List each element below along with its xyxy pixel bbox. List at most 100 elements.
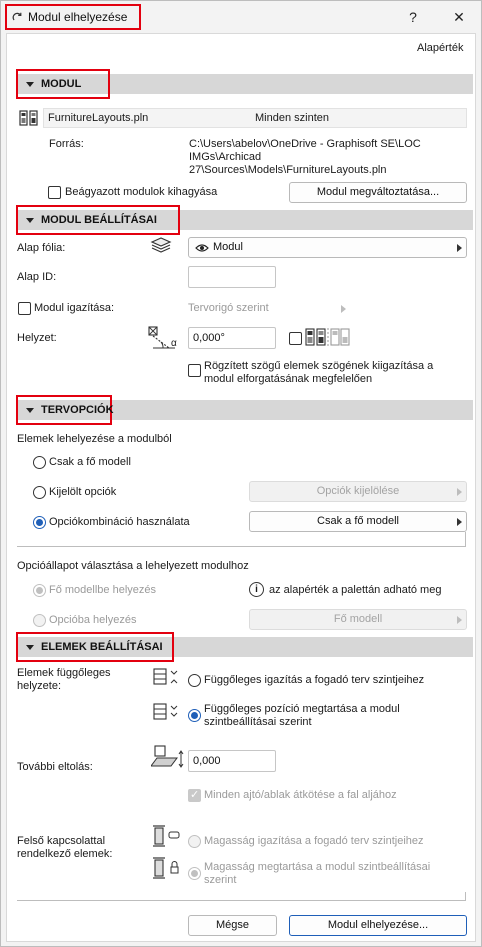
vertical-label-line-2: helyzete: — [17, 680, 62, 692]
dialog-window: Modul elhelyezése ? ✕ Alapérték MODUL Fu… — [0, 0, 482, 947]
base-layer-dropdown[interactable]: Modul — [188, 237, 467, 258]
top-linked-align-icon — [153, 825, 180, 847]
section-title-element-settings: ELEMEK BEÁLLÍTÁSAI — [41, 641, 163, 653]
module-story-value: Minden szinten — [255, 112, 329, 124]
position-label: Helyzet: — [17, 332, 57, 344]
radio-combination-label: Opciókombináció használata — [49, 516, 190, 528]
radio-place-option-label: Opcióba helyezés — [49, 614, 137, 626]
base-layer-label: Alap fólia: — [17, 242, 66, 254]
source-path-line-3: 27\Sources\Models\FurnitureLayouts.pln — [189, 164, 387, 176]
offset-label: További eltolás: — [17, 761, 93, 773]
info-text: az alapérték a palettán adható meg — [269, 584, 442, 596]
section-header-element-settings[interactable]: ELEMEK BEÁLLÍTÁSAI — [16, 632, 174, 662]
dropdown-arrow-icon — [457, 488, 462, 496]
combination-dropdown[interactable]: Csak a fő modell — [249, 511, 467, 532]
select-options-button[interactable]: Opciók kijelölése — [249, 481, 467, 502]
radio-main-only[interactable] — [33, 456, 46, 469]
radio-vertical-keep-label-line-1: Függőleges pozíció megtartása a modul — [204, 703, 400, 715]
layers-icon — [150, 237, 172, 253]
radio-place-main[interactable] — [33, 584, 46, 597]
module-file-icon — [19, 110, 38, 126]
mirror-module-icon — [305, 328, 350, 346]
radio-place-main-label: Fő modellbe helyezés — [49, 584, 157, 596]
radio-top-keep-label-line-1: Magasság megtartása a modul szintbeállít… — [204, 861, 431, 873]
radio-vertical-keep-label-line-2: szintbeállításai szerint — [204, 716, 312, 728]
footer-divider-corner — [465, 892, 466, 901]
base-layer-value: Modul — [213, 241, 243, 253]
offset-input[interactable]: 0,000 — [188, 750, 276, 772]
change-module-button[interactable]: Modul megváltoztatása... — [289, 182, 467, 203]
help-button[interactable]: ? — [403, 7, 423, 27]
top-linked-keep-icon — [153, 857, 179, 879]
rotation-angle-icon — [148, 326, 175, 349]
cancel-button[interactable]: Mégse — [188, 915, 277, 936]
radio-vertical-align[interactable] — [188, 674, 201, 687]
module-align-value: Tervorigó szerint — [188, 302, 269, 314]
title-bar: Modul elhelyezése ? ✕ — [1, 1, 481, 33]
select-options-label: Opciók kijelölése — [316, 485, 400, 497]
main-model-value: Fő modell — [333, 613, 383, 625]
close-button[interactable]: ✕ — [449, 7, 469, 27]
dropdown-arrow-icon — [457, 518, 462, 526]
vertical-label-line-1: Elemek függőleges — [17, 667, 111, 679]
source-label: Forrás: — [49, 138, 84, 150]
alpha-glyph: α — [171, 338, 177, 349]
title-highlight: Modul elhelyezése — [5, 4, 141, 30]
radio-combination[interactable] — [33, 516, 46, 529]
mirror-checkbox[interactable] — [289, 332, 302, 345]
radio-top-align[interactable] — [188, 835, 201, 848]
main-model-dropdown[interactable]: Fő modell — [249, 609, 467, 630]
section-header-modul[interactable]: MODUL — [16, 69, 110, 99]
collapse-triangle-icon — [26, 644, 34, 650]
module-file-name: FurnitureLayouts.pln — [48, 112, 149, 124]
radio-main-only-label: Csak a fő modell — [49, 456, 131, 468]
state-heading: Opcióállapot választása a lehelyezett mo… — [17, 560, 249, 572]
info-icon: i — [249, 582, 264, 597]
collapse-triangle-icon — [26, 217, 34, 223]
collapse-triangle-icon — [26, 81, 34, 87]
door-window-checkbox[interactable] — [188, 788, 201, 802]
radio-selected-options[interactable] — [33, 486, 46, 499]
radio-selected-options-label: Kijelölt opciók — [49, 486, 117, 498]
dropdown-arrow-icon — [457, 616, 462, 624]
angle-input[interactable]: 0,000° — [188, 327, 276, 349]
fixed-angle-label-line-2: modul elforgatásának megfelelően — [204, 373, 373, 385]
vertical-keep-position-icon — [153, 703, 178, 720]
align-arrow-icon — [341, 305, 346, 313]
base-id-label: Alap ID: — [17, 271, 57, 283]
footer-divider — [17, 900, 465, 901]
module-align-label: Modul igazítása: — [34, 302, 115, 314]
section-title-modul: MODUL — [41, 78, 82, 90]
source-path-line-2: IMGs\Archicad — [189, 151, 262, 163]
radio-vertical-align-label: Függőleges igazítás a fogadó terv szintj… — [204, 674, 425, 686]
section-header-module-settings[interactable]: MODUL BEÁLLÍTÁSAI — [16, 205, 180, 235]
fixed-angle-label-line-1: Rögzített szögű elemek szögének kiigazít… — [204, 360, 434, 372]
section-title-module-settings: MODUL BEÁLLÍTÁSAI — [41, 214, 157, 226]
radio-top-keep-label-line-2: szerint — [204, 874, 237, 886]
collapse-triangle-icon — [26, 407, 34, 413]
top-linked-label-line-2: rendelkező elemek: — [17, 848, 113, 860]
fixed-angle-checkbox[interactable] — [188, 364, 201, 377]
radio-top-keep[interactable] — [188, 867, 201, 880]
radio-place-option[interactable] — [33, 614, 46, 627]
top-linked-label-line-1: Felső kapcsolattal — [17, 835, 106, 847]
dropdown-arrow-icon — [457, 244, 462, 252]
door-window-label: Minden ajtó/ablak átkötése a fal aljához — [204, 789, 397, 801]
divider — [17, 546, 465, 547]
default-link[interactable]: Alapérték — [417, 42, 463, 54]
place-module-button[interactable]: Modul elhelyezése... — [289, 915, 467, 936]
placement-heading: Elemek lehelyezése a modulból — [17, 433, 172, 445]
section-header-design-options[interactable]: TERVOPCIÓK — [16, 395, 114, 425]
divider-corner — [465, 532, 466, 547]
base-id-input[interactable] — [188, 266, 276, 288]
skip-nested-checkbox[interactable] — [48, 186, 61, 199]
radio-vertical-keep[interactable] — [188, 709, 201, 722]
section-title-design-options: TERVOPCIÓK — [41, 404, 114, 416]
skip-nested-label: Beágyazott modulok kihagyása — [65, 186, 218, 198]
radio-top-align-label: Magasság igazítása a fogadó terv szintje… — [204, 835, 424, 847]
vertical-align-story-icon — [153, 668, 178, 685]
eye-icon — [195, 244, 209, 252]
dialog-content: Alapérték MODUL FurnitureLayouts.pln Min… — [6, 33, 476, 942]
combination-value: Csak a fő modell — [317, 515, 399, 527]
module-align-checkbox[interactable] — [18, 302, 31, 315]
